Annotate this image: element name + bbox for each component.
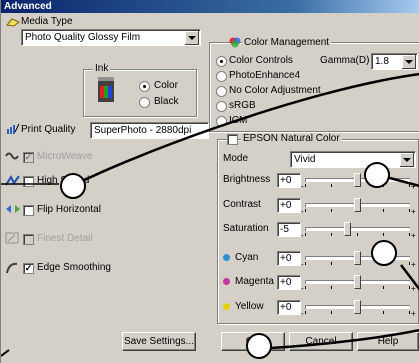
callout-overlay	[1, 72, 419, 359]
advanced-dialog: Advanced Media Type Photo Quality Glossy…	[0, 0, 419, 363]
